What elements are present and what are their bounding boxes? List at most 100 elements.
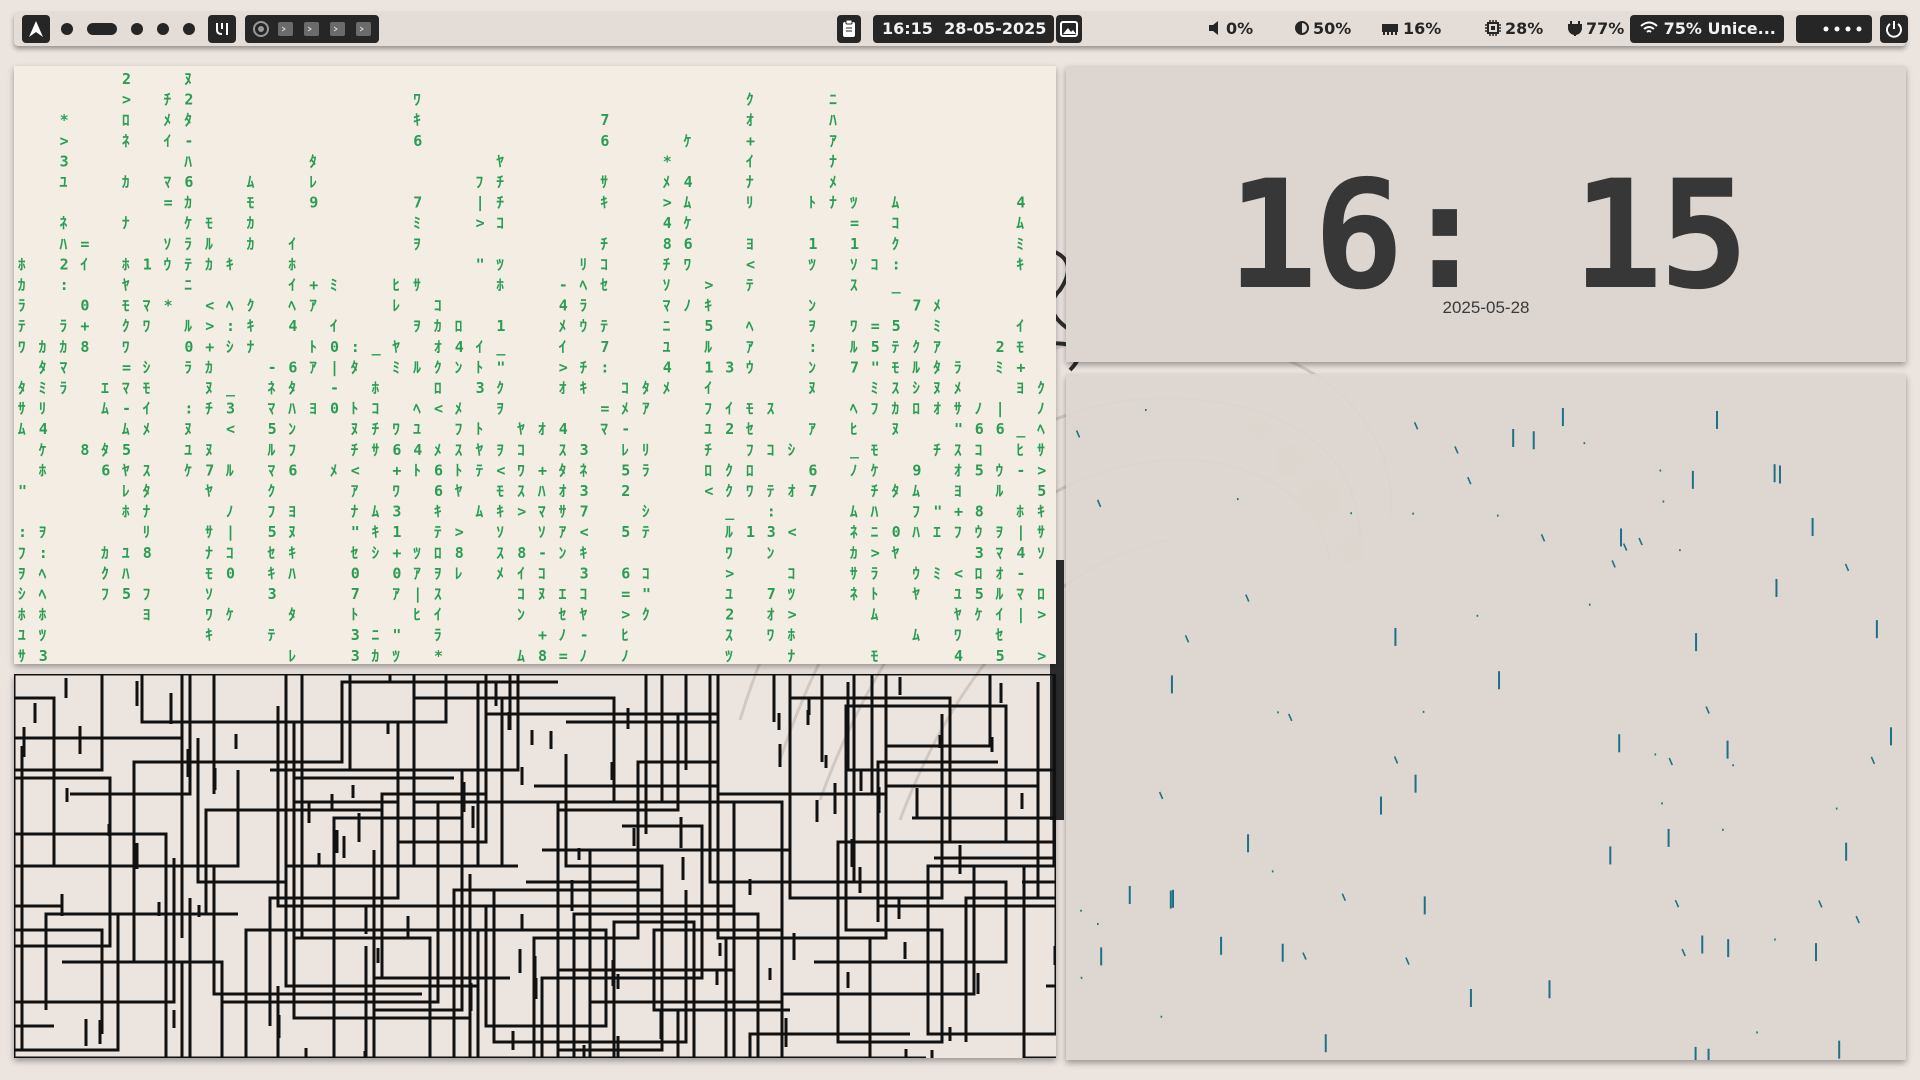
matrix-glyph: 1 xyxy=(850,235,859,253)
matrix-glyph: ｶ xyxy=(205,358,213,376)
matrix-glyph: ﾒ xyxy=(663,379,671,397)
tray-pill[interactable] xyxy=(1796,15,1872,43)
screenshot-button[interactable] xyxy=(1056,15,1082,43)
matrix-glyph: ﾑ xyxy=(476,503,484,521)
cpu-indicator[interactable]: 28% xyxy=(1485,12,1543,46)
rain-drop xyxy=(1844,563,1850,572)
rain-drop xyxy=(1184,634,1190,643)
matrix-glyph: ﾗ xyxy=(434,626,442,644)
matrix-glyph: ｻ xyxy=(1037,441,1045,459)
matrix-glyph: ｲ xyxy=(517,564,525,582)
clock-window[interactable]: 16: 15 2025-05-28 xyxy=(1066,66,1906,362)
matrix-rain: ﾎｶﾗﾃﾜﾀｻﾑ":ﾌｦｼﾎﾕｻｶﾀﾐﾘ4ｹﾎｦ:ﾍﾍﾎﾂ3*>3ﾕﾈﾊ2:ﾗｶ… xyxy=(18,70,1046,664)
matrix-glyph: ﾑ xyxy=(684,194,692,212)
matrix-glyph: 3 xyxy=(580,482,589,500)
matrix-glyph: ｱ xyxy=(413,564,421,582)
matrix-glyph: 1 xyxy=(496,317,505,335)
battery-indicator[interactable]: 77% xyxy=(1568,12,1624,46)
app-icon-settings[interactable] xyxy=(253,21,269,37)
matrix-glyph: ﾗ xyxy=(184,358,192,376)
matrix-glyph: - xyxy=(621,420,630,438)
volume-indicator[interactable]: 0% xyxy=(1208,12,1253,46)
brightness-indicator[interactable]: 50% xyxy=(1295,12,1351,46)
pipe-segment xyxy=(380,712,680,1002)
app-icon-terminal-1[interactable] xyxy=(278,22,293,36)
matrix-glyph: 8 xyxy=(143,544,152,562)
matrix-glyph: | xyxy=(330,358,339,377)
matrix-glyph: ｶ xyxy=(101,544,109,562)
workspace-1[interactable] xyxy=(61,23,73,35)
matrix-glyph: - xyxy=(580,626,589,644)
matrix-glyph: ﾌ xyxy=(101,585,109,603)
launcher-button[interactable] xyxy=(22,15,50,43)
matrix-glyph: : xyxy=(226,317,235,335)
matrix-glyph: ﾜ xyxy=(413,91,421,109)
memory-indicator[interactable]: 16% xyxy=(1381,12,1441,46)
matrix-glyph: ﾒ xyxy=(663,173,671,191)
matrix-glyph: 6 xyxy=(413,132,422,150)
matrix-glyph: ﾔ xyxy=(580,606,588,624)
matrix-glyph: 6 xyxy=(434,461,443,479)
matrix-glyph: ｻ xyxy=(413,276,421,294)
matrix-glyph: > xyxy=(205,317,214,335)
matrix-glyph: ﾒ xyxy=(143,420,151,438)
matrix-glyph: ﾜ xyxy=(725,544,733,562)
matrix-glyph: ﾂ xyxy=(808,255,816,273)
matrix-glyph: ﾎ xyxy=(1016,503,1024,521)
matrix-glyph: ｽ xyxy=(725,626,733,644)
app-icon-terminal-4[interactable] xyxy=(356,22,371,36)
matrix-glyph: 7 xyxy=(580,503,589,521)
workspace-active[interactable] xyxy=(87,23,117,35)
wifi-pill[interactable]: 75% Unice... xyxy=(1630,15,1784,43)
app-icon-terminal-2[interactable] xyxy=(304,22,319,36)
matrix-glyph: ﾁ xyxy=(164,91,172,109)
matrix-glyph: " xyxy=(642,585,651,603)
workspace-3[interactable] xyxy=(131,23,143,35)
wifi-value: 75% Unice... xyxy=(1663,19,1776,38)
app-icon-terminal-3[interactable] xyxy=(330,22,345,36)
matrix-glyph: ﾁ xyxy=(871,482,879,500)
matrix-glyph: : xyxy=(39,544,48,562)
matrix-glyph: ｦ xyxy=(996,523,1004,541)
matrix-glyph: ｶ xyxy=(39,338,47,356)
pipes-terminal-window[interactable] xyxy=(14,674,1056,1058)
matrix-glyph: 8 xyxy=(975,503,984,521)
memory-icon xyxy=(1382,24,1398,35)
matrix-glyph: ﾝ xyxy=(517,606,525,624)
matrix-glyph: < xyxy=(351,461,360,479)
matrix-glyph: ｱ xyxy=(309,358,317,376)
matrix-glyph: ｾ xyxy=(599,276,608,294)
matrix-glyph: ﾗ xyxy=(642,461,650,479)
workspace-5[interactable] xyxy=(183,23,195,35)
matrix-glyph: ｿ xyxy=(496,523,504,541)
matrix-glyph: ﾄ xyxy=(413,461,421,479)
matrix-glyph: ﾖ xyxy=(1016,379,1024,397)
matrix-terminal-window[interactable]: ﾎｶﾗﾃﾜﾀｻﾑ ": ﾌｦｼﾎﾕｻｶﾀﾐﾘ 4 ｹﾎｦ: ﾍﾍﾎﾂ 3 * >3 ﾕﾈﾊ 2: ﾗｶ… xyxy=(14,66,1056,664)
layout-button[interactable] xyxy=(208,15,236,43)
rain-terminal-window[interactable] xyxy=(1066,374,1906,1060)
matrix-glyph: ｺ xyxy=(767,441,775,459)
clock-pill[interactable]: 16:15 28-05-2025 xyxy=(873,15,1054,43)
matrix-glyph: ﾜ xyxy=(392,420,400,438)
matrix-glyph: 8 xyxy=(80,338,89,356)
matrix-glyph: ﾙ xyxy=(267,441,276,459)
matrix-glyph: ﾅ xyxy=(829,152,837,170)
matrix-glyph: ｺ xyxy=(226,544,234,562)
matrix-glyph: ﾔ xyxy=(496,152,504,170)
matrix-glyph: ﾚ xyxy=(309,173,317,191)
matrix-glyph: ﾎ xyxy=(496,276,504,294)
matrix-glyph: ｺ xyxy=(434,297,442,315)
matrix-glyph: ﾔ xyxy=(205,482,213,500)
power-button[interactable] xyxy=(1880,15,1908,43)
workspace-4[interactable] xyxy=(157,23,169,35)
matrix-glyph: ｿ xyxy=(850,255,858,273)
clipboard-button[interactable] xyxy=(837,15,861,43)
matrix-glyph: > xyxy=(621,606,630,624)
matrix-glyph: 3 xyxy=(351,626,360,644)
matrix-glyph: ﾁ xyxy=(496,194,504,212)
matrix-glyph: > xyxy=(60,132,69,150)
matrix-glyph: + xyxy=(538,461,547,479)
matrix-glyph: = xyxy=(850,214,859,232)
matrix-glyph: ｶ xyxy=(434,317,442,335)
matrix-glyph: > xyxy=(663,194,672,212)
